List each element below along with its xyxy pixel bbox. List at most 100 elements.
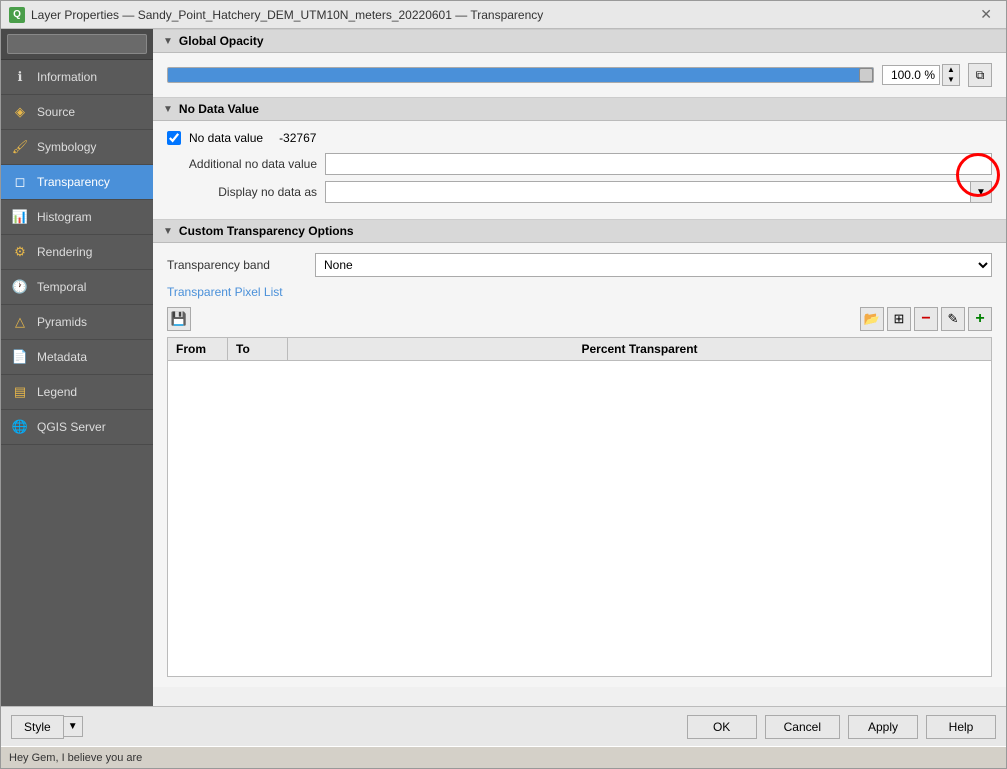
action-buttons: OK Cancel Apply Help xyxy=(687,715,996,739)
global-opacity-content: ▲ ▼ ⧉ xyxy=(153,53,1006,97)
remove-tool-button[interactable]: − xyxy=(914,307,938,331)
style-button[interactable]: Style xyxy=(11,715,64,739)
opacity-value-box: ▲ ▼ xyxy=(882,64,960,86)
opacity-spinners: ▲ ▼ xyxy=(942,64,960,86)
sidebar-item-pyramids[interactable]: △ Pyramids xyxy=(1,305,153,340)
no-data-checkbox[interactable] xyxy=(167,131,181,145)
sidebar-label-pyramids: Pyramids xyxy=(37,315,87,329)
sidebar-item-source[interactable]: ◈ Source xyxy=(1,95,153,130)
qgis-server-icon: 🌐 xyxy=(11,418,29,436)
display-no-data-row: Display no data as ▼ xyxy=(167,181,992,203)
ok-button[interactable]: OK xyxy=(687,715,757,739)
bottom-bar: Style ▼ OK Cancel Apply Help xyxy=(1,706,1006,746)
no-data-value-arrow: ▼ xyxy=(163,104,173,115)
display-no-data-dropdown[interactable]: ▼ xyxy=(970,181,992,203)
sidebar-label-metadata: Metadata xyxy=(37,350,87,364)
global-opacity-title: Global Opacity xyxy=(179,34,264,48)
global-opacity-section: ▼ Global Opacity ▲ ▼ ⧉ xyxy=(153,29,1006,97)
global-opacity-arrow: ▼ xyxy=(163,36,173,47)
no-data-check-label: No data value xyxy=(189,131,263,145)
col-to-header: To xyxy=(228,338,288,360)
display-no-data-select-row: ▼ xyxy=(325,181,992,203)
custom-transparency-title: Custom Transparency Options xyxy=(179,224,354,238)
source-icon: ◈ xyxy=(11,103,29,121)
remove-icon: − xyxy=(921,310,930,328)
sidebar-item-histogram[interactable]: 📊 Histogram xyxy=(1,200,153,235)
table-body xyxy=(168,361,991,661)
main-content: ℹ Information ◈ Source 🖌 Symbology ◻ Tra… xyxy=(1,29,1006,706)
apply-button[interactable]: Apply xyxy=(848,715,918,739)
pixel-list-label[interactable]: Transparent Pixel List xyxy=(167,285,992,299)
legend-icon: ▤ xyxy=(11,383,29,401)
title-bar: Q Layer Properties — Sandy_Point_Hatcher… xyxy=(1,1,1006,29)
title-bar-left: Q Layer Properties — Sandy_Point_Hatcher… xyxy=(9,7,543,23)
sidebar-item-qgis-server[interactable]: 🌐 QGIS Server xyxy=(1,410,153,445)
close-button[interactable]: ✕ xyxy=(974,4,998,25)
additional-no-data-input[interactable] xyxy=(325,153,992,175)
cancel-button[interactable]: Cancel xyxy=(765,715,840,739)
display-no-data-input[interactable] xyxy=(325,181,970,203)
save-tool-button[interactable]: 💾 xyxy=(167,307,191,331)
sidebar-label-rendering: Rendering xyxy=(37,245,92,259)
global-opacity-header: ▼ Global Opacity xyxy=(153,29,1006,53)
no-data-value-display: -32767 xyxy=(279,131,316,145)
sidebar-item-transparency[interactable]: ◻ Transparency xyxy=(1,165,153,200)
no-data-value-header: ▼ No Data Value xyxy=(153,97,1006,121)
app-icon: Q xyxy=(9,7,25,23)
custom-transparency-header: ▼ Custom Transparency Options xyxy=(153,219,1006,243)
transparency-band-select[interactable]: None xyxy=(315,253,992,277)
open-tool-button[interactable]: 📂 xyxy=(860,307,884,331)
sidebar-label-source: Source xyxy=(37,105,75,119)
additional-no-data-label: Additional no data value xyxy=(167,157,317,171)
temporal-icon: 🕐 xyxy=(11,278,29,296)
add-tool-button[interactable]: + xyxy=(968,307,992,331)
sidebar-item-temporal[interactable]: 🕐 Temporal xyxy=(1,270,153,305)
taskbar-hint: Hey Gem, I believe you are xyxy=(1,746,1006,768)
table-icon: ⊞ xyxy=(894,311,905,327)
sidebar-label-legend: Legend xyxy=(37,385,77,399)
rendering-icon: ⚙ xyxy=(11,243,29,261)
symbology-icon: 🖌 xyxy=(11,138,29,156)
sidebar-item-legend[interactable]: ▤ Legend xyxy=(1,375,153,410)
table-tool-button[interactable]: ⊞ xyxy=(887,307,911,331)
taskbar-text: Hey Gem, I believe you are xyxy=(9,752,142,764)
sidebar-label-information: Information xyxy=(37,70,97,84)
custom-transparency-content: Transparency band None Transparent Pixel… xyxy=(153,243,1006,687)
open-icon: 📂 xyxy=(864,311,880,327)
main-window: Q Layer Properties — Sandy_Point_Hatcher… xyxy=(0,0,1007,769)
help-button[interactable]: Help xyxy=(926,715,996,739)
col-from-header: From xyxy=(168,338,228,360)
window-title: Layer Properties — Sandy_Point_Hatchery_… xyxy=(31,8,543,22)
panel: ▼ Global Opacity ▲ ▼ ⧉ xyxy=(153,29,1006,706)
transparency-band-row: Transparency band None xyxy=(167,253,992,277)
add-icon: + xyxy=(975,310,984,328)
display-no-data-label: Display no data as xyxy=(167,185,317,199)
transparency-band-label: Transparency band xyxy=(167,258,307,272)
sidebar-item-information[interactable]: ℹ Information xyxy=(1,60,153,95)
style-group: Style ▼ xyxy=(11,715,83,739)
custom-transparency-arrow: ▼ xyxy=(163,226,173,237)
no-data-value-content: No data value -32767 Additional no data … xyxy=(153,121,1006,219)
toolbar-right: 📂 ⊞ − ✎ + xyxy=(860,307,992,331)
opacity-input[interactable] xyxy=(882,65,940,85)
metadata-icon: 📄 xyxy=(11,348,29,366)
sidebar-item-metadata[interactable]: 📄 Metadata xyxy=(1,340,153,375)
opacity-spin-up[interactable]: ▲ xyxy=(943,65,959,75)
information-icon: ℹ xyxy=(11,68,29,86)
style-dropdown-button[interactable]: ▼ xyxy=(64,716,83,737)
toolbar-left: 💾 xyxy=(167,307,191,331)
sidebar-item-rendering[interactable]: ⚙ Rendering xyxy=(1,235,153,270)
edit-icon: ✎ xyxy=(948,311,959,327)
opacity-slider[interactable] xyxy=(167,67,874,83)
transparency-icon: ◻ xyxy=(11,173,29,191)
no-data-value-section: ▼ No Data Value No data value -32767 Add… xyxy=(153,97,1006,219)
pyramids-icon: △ xyxy=(11,313,29,331)
search-input[interactable] xyxy=(7,34,147,54)
edit-tool-button[interactable]: ✎ xyxy=(941,307,965,331)
no-data-check-row: No data value -32767 xyxy=(167,131,992,145)
opacity-spin-down[interactable]: ▼ xyxy=(943,75,959,85)
copy-opacity-button[interactable]: ⧉ xyxy=(968,63,992,87)
transparent-pixel-table: From To Percent Transparent xyxy=(167,337,992,677)
no-data-value-title: No Data Value xyxy=(179,102,259,116)
sidebar-item-symbology[interactable]: 🖌 Symbology xyxy=(1,130,153,165)
